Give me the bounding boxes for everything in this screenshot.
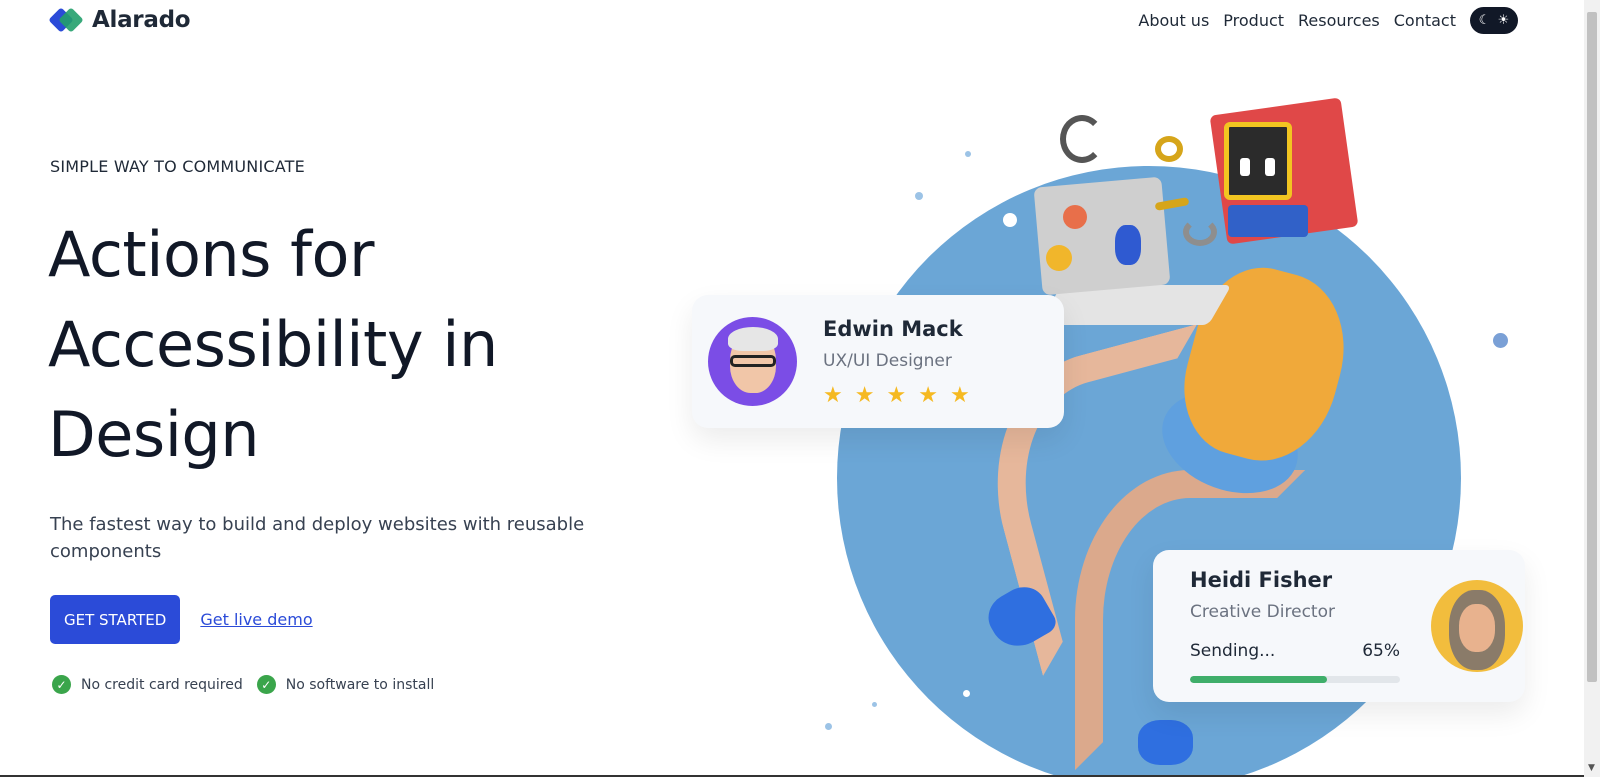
headline-line-3: Design bbox=[48, 398, 260, 471]
card-role: UX/UI Designer bbox=[823, 351, 952, 371]
character-shoe bbox=[1138, 720, 1193, 765]
check-item: ✓ No software to install bbox=[256, 675, 435, 694]
feature-checks: ✓ No credit card required ✓ No software … bbox=[52, 675, 434, 694]
card-role: Creative Director bbox=[1190, 602, 1335, 622]
progress-fill bbox=[1190, 676, 1327, 683]
check-circle-icon: ✓ bbox=[52, 675, 71, 694]
decor-dot bbox=[963, 690, 970, 697]
laptop-icon bbox=[1033, 176, 1171, 296]
scroll-thumb[interactable] bbox=[1587, 12, 1597, 682]
avatar bbox=[1431, 580, 1523, 672]
live-demo-link[interactable]: Get live demo bbox=[200, 610, 312, 629]
check-item: ✓ No credit card required bbox=[52, 675, 243, 694]
check-circle-icon: ✓ bbox=[256, 675, 276, 694]
sending-row: Sending... 65% bbox=[1190, 641, 1400, 661]
sun-icon: ☀ bbox=[1497, 13, 1510, 28]
avatar bbox=[708, 317, 797, 406]
nav-resources[interactable]: Resources bbox=[1298, 11, 1380, 30]
status-card-heidi: Heidi Fisher Creative Director Sending..… bbox=[1153, 550, 1525, 702]
diamond-logo-icon bbox=[48, 6, 84, 34]
star-icon: ★ bbox=[886, 383, 907, 408]
star-icon: ★ bbox=[949, 383, 970, 408]
brand-logo[interactable]: Alarado bbox=[48, 6, 191, 34]
get-started-button[interactable]: GET STARTED bbox=[50, 595, 181, 644]
testimonial-card-edwin: Edwin Mack UX/UI Designer ★ ★ ★ ★ ★ bbox=[692, 295, 1064, 428]
monitor-eye bbox=[1240, 158, 1250, 176]
site-header: Alarado About us Product Resources Conta… bbox=[0, 0, 1584, 42]
swirl-shape bbox=[1060, 115, 1104, 163]
progress-bar bbox=[1190, 676, 1400, 683]
card-name: Heidi Fisher bbox=[1190, 568, 1333, 592]
decor-dot bbox=[825, 723, 832, 730]
star-rating: ★ ★ ★ ★ ★ bbox=[823, 385, 970, 407]
monitor-eye bbox=[1265, 158, 1275, 176]
decor-dot bbox=[872, 702, 877, 707]
check-label: No software to install bbox=[285, 676, 435, 693]
vertical-scrollbar[interactable]: ▼ bbox=[1584, 0, 1600, 777]
hero-eyebrow: SIMPLE WAY TO COMMUNICATE bbox=[50, 157, 305, 176]
hero-subtext: The fastest way to build and deploy webs… bbox=[50, 514, 585, 562]
decor-dot bbox=[1003, 213, 1017, 227]
hero-headline: Actions for Accessibility in Design bbox=[48, 210, 608, 480]
card-name: Edwin Mack bbox=[823, 317, 963, 341]
decor-dot bbox=[915, 192, 923, 200]
star-icon: ★ bbox=[823, 383, 843, 408]
sending-status: Sending... bbox=[1190, 641, 1276, 661]
monitor-base bbox=[1228, 205, 1308, 237]
scroll-down-icon[interactable]: ▼ bbox=[1588, 763, 1595, 773]
sticker bbox=[1063, 205, 1087, 229]
decor-dot bbox=[965, 151, 971, 157]
gold-ring-shape bbox=[1155, 136, 1183, 162]
star-icon: ★ bbox=[854, 383, 875, 408]
sticker bbox=[1115, 225, 1141, 265]
headline-line-1: Actions for bbox=[48, 218, 374, 291]
main-nav: About us Product Resources Contact ☾ ☀ bbox=[1138, 7, 1518, 34]
cta-row: GET STARTED Get live demo bbox=[50, 595, 313, 644]
theme-toggle[interactable]: ☾ ☀ bbox=[1470, 7, 1518, 34]
progress-percent: 65% bbox=[1362, 641, 1400, 661]
nav-about-us[interactable]: About us bbox=[1138, 11, 1209, 30]
brand-name: Alarado bbox=[92, 7, 191, 33]
nav-contact[interactable]: Contact bbox=[1394, 11, 1456, 30]
moon-icon: ☾ bbox=[1478, 13, 1491, 28]
nav-product[interactable]: Product bbox=[1223, 11, 1284, 30]
decor-dot bbox=[1493, 333, 1508, 348]
star-icon: ★ bbox=[918, 383, 938, 408]
landing-page: Alarado About us Product Resources Conta… bbox=[0, 0, 1600, 777]
sticker bbox=[1046, 245, 1072, 271]
monitor-screen bbox=[1224, 122, 1292, 200]
check-label: No credit card required bbox=[81, 676, 243, 693]
chrome-tube-shape bbox=[1183, 218, 1217, 246]
headline-line-2: Accessibility in bbox=[48, 308, 498, 381]
